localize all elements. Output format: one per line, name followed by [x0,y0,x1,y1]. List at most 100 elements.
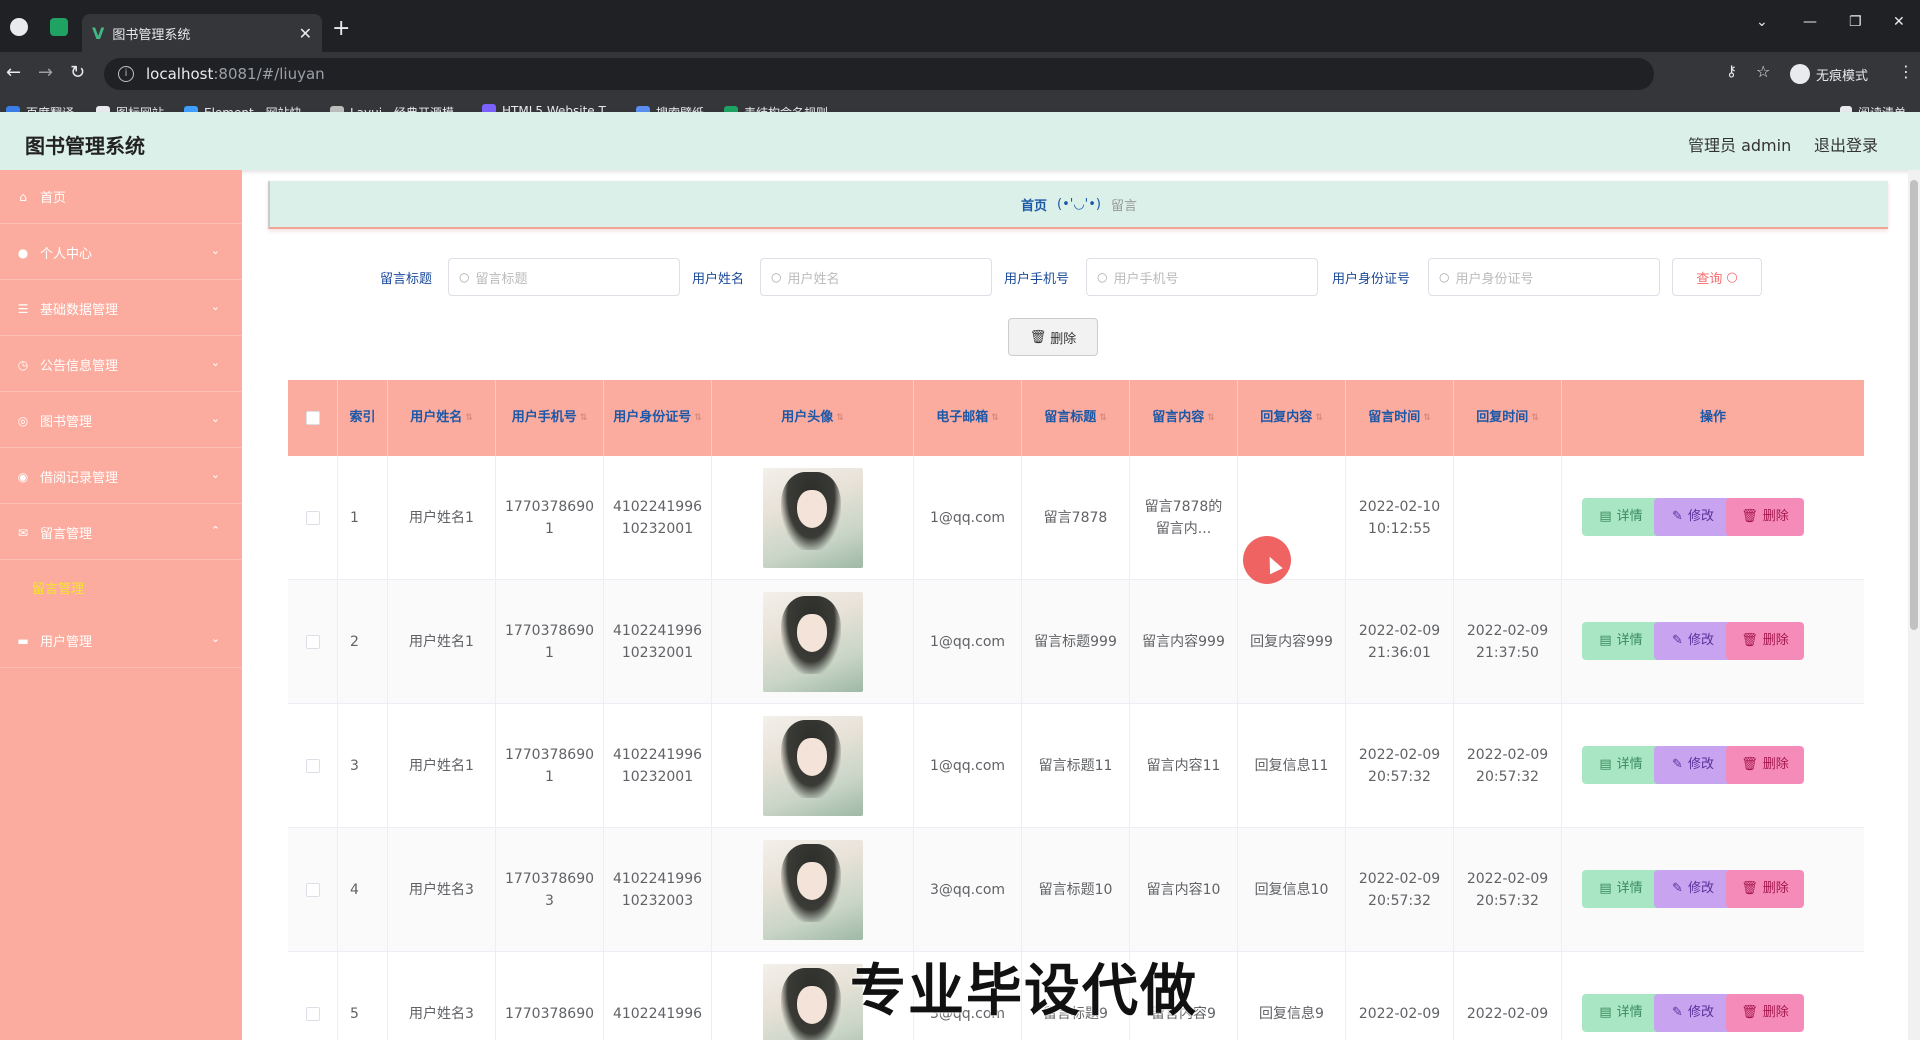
user-avatar[interactable] [762,592,863,692]
detail-button[interactable]: ▤ 详情 [1582,746,1660,784]
bookmark-star-icon[interactable]: ☆ [1756,62,1770,81]
row-checkbox[interactable] [305,511,320,525]
delete-button[interactable]: 🗑 删除 [1726,870,1804,908]
browser-menu-icon[interactable] [10,18,28,36]
search-input-name[interactable]: ○ 用户姓名 [760,258,992,296]
more-menu-icon[interactable]: ⋮ [1898,62,1914,81]
sort-icon[interactable]: ⇅ [991,408,999,428]
delete-button[interactable]: 🗑 删除 [1726,498,1804,536]
user-avatar[interactable] [762,840,863,940]
incognito-badge[interactable]: 无痕模式 [1790,64,1868,84]
sidebar-item-profile[interactable]: ● 个人中心 ⌄ [0,226,242,280]
sidebar-item-borrow-records[interactable]: ◉ 借阅记录管理 ⌄ [0,450,242,504]
restore-icon[interactable]: ❐ [1849,14,1862,30]
sidebar-item-messages[interactable]: ✉ 留言管理 ⌃ [0,506,242,560]
th-email[interactable]: 电子邮箱 ⇅ [914,380,1022,456]
detail-button[interactable]: ▤ 详情 [1582,622,1660,660]
user-avatar[interactable] [762,468,863,568]
user-idcard-line2: 10232001 [621,645,694,661]
sort-icon[interactable]: ⇅ [465,408,473,428]
message-time-line2: 21:36:01 [1368,645,1431,661]
breadcrumb-home[interactable]: 首页 [1021,195,1047,214]
logout-link[interactable]: 退出登录 [1814,132,1878,156]
sort-icon[interactable]: ⇅ [836,408,844,428]
reply-time: 2022-02-09 21:37:50 [1467,620,1548,664]
sidebar-item-books[interactable]: ◎ 图书管理 ⌄ [0,394,242,448]
url-field[interactable]: i localhost:8081/#/liuyan [104,58,1654,90]
delete-button[interactable]: 🗑 删除 [1726,994,1804,1032]
minimize-icon[interactable]: — [1803,14,1817,30]
document-icon: ▤ [1599,1005,1612,1020]
tab-close-icon[interactable]: ✕ [299,24,312,43]
detail-button[interactable]: ▤ 详情 [1582,498,1660,536]
sidebar-item-basic-data[interactable]: ☰ 基础数据管理 ⌄ [0,282,242,336]
delete-button[interactable]: 🗑 删除 [1726,746,1804,784]
sort-icon[interactable]: ⇅ [1207,408,1215,428]
sidebar-item-label: 用户管理 [40,635,93,650]
batch-delete-button[interactable]: 🗑 删除 [1008,318,1098,356]
user-idcard-line2: 10232001 [621,521,694,537]
user-avatar[interactable] [762,964,863,1040]
sort-icon[interactable]: ⇅ [694,408,702,428]
edit-button[interactable]: ✎ 修改 [1654,746,1732,784]
globe-icon: ◎ [17,413,29,428]
detail-button[interactable]: ▤ 详情 [1582,870,1660,908]
row-checkbox[interactable] [305,635,320,649]
new-tab-icon[interactable]: + [332,16,350,41]
cell-phone: 1770378690 [496,952,604,1040]
address-bar-row: ← → ↻ i localhost:8081/#/liuyan ⚷ ☆ 无痕模式… [0,52,1920,96]
cell-actions: ▤ 详情 ✎ 修改 🗑 删除 [1562,952,1864,1040]
query-button[interactable]: 查询 ○ [1672,258,1762,296]
th-content[interactable]: 留言内容 ⇅ [1130,380,1238,456]
search-input-title[interactable]: ○ 留言标题 [448,258,680,296]
edit-button[interactable]: ✎ 修改 [1654,498,1732,536]
message-title: 留言7878 [1043,510,1108,526]
select-all-checkbox[interactable] [305,411,320,425]
delete-button[interactable]: 🗑 删除 [1726,622,1804,660]
message-time: 2022-02-09 20:57:32 [1359,744,1440,788]
sort-icon[interactable]: ⇅ [1315,408,1323,428]
th-reply[interactable]: 回复内容 ⇅ [1238,380,1346,456]
cell-title: 留言7878 [1022,456,1130,580]
th-time[interactable]: 留言时间 ⇅ [1346,380,1454,456]
user-avatar[interactable] [762,716,863,816]
detail-button[interactable]: ▤ 详情 [1582,994,1660,1032]
sort-icon[interactable]: ⇅ [1099,408,1107,428]
document-icon: ▤ [1599,757,1612,772]
scrollbar-thumb[interactable] [1910,180,1918,630]
search-input-idcard[interactable]: ○ 用户身份证号 [1428,258,1660,296]
tab-active[interactable]: V 图书管理系统 ✕ [82,14,322,52]
th-phone[interactable]: 用户手机号 ⇅ [496,380,604,456]
search-input-phone[interactable]: ○ 用户手机号 [1086,258,1318,296]
submenu-item-messages[interactable]: 留言管理 [0,562,242,612]
th-name[interactable]: 用户姓名 ⇅ [388,380,496,456]
th-idcard[interactable]: 用户身份证号 ⇅ [604,380,712,456]
row-checkbox[interactable] [305,883,320,897]
tab-list-icon[interactable]: ⌄ [1756,14,1768,30]
sort-icon[interactable]: ⇅ [1531,408,1539,428]
reply-time-line1: 2022-02-09 [1466,747,1549,763]
sidebar-item-users[interactable]: ▬ 用户管理 ⌄ [0,614,242,668]
edit-button[interactable]: ✎ 修改 [1654,622,1732,660]
sidebar-item-home[interactable]: ⌂ 首页 [0,170,242,224]
th-reply-time[interactable]: 回复时间 ⇅ [1454,380,1562,456]
edit-button[interactable]: ✎ 修改 [1654,994,1732,1032]
back-icon[interactable]: ← [6,62,21,83]
edit-label: 修改 [1687,1005,1714,1020]
page-scrollbar[interactable] [1908,170,1920,1040]
row-checkbox[interactable] [305,759,320,773]
edit-button[interactable]: ✎ 修改 [1654,870,1732,908]
key-icon[interactable]: ⚷ [1726,62,1737,80]
forward-icon[interactable]: → [38,62,53,83]
th-avatar[interactable]: 用户头像 ⇅ [712,380,914,456]
sort-icon[interactable]: ⇅ [580,408,588,428]
reply-time-line2: 21:37:50 [1476,645,1539,661]
row-checkbox[interactable] [305,1007,320,1021]
th-title[interactable]: 留言标题 ⇅ [1022,380,1130,456]
reload-icon[interactable]: ↻ [70,62,85,83]
close-window-icon[interactable]: ✕ [1893,14,1905,30]
sort-icon[interactable]: ⇅ [1423,408,1431,428]
pinned-tab-icon[interactable] [50,18,68,36]
site-info-icon[interactable]: i [118,66,134,82]
sidebar-item-notices[interactable]: ◷ 公告信息管理 ⌄ [0,338,242,392]
